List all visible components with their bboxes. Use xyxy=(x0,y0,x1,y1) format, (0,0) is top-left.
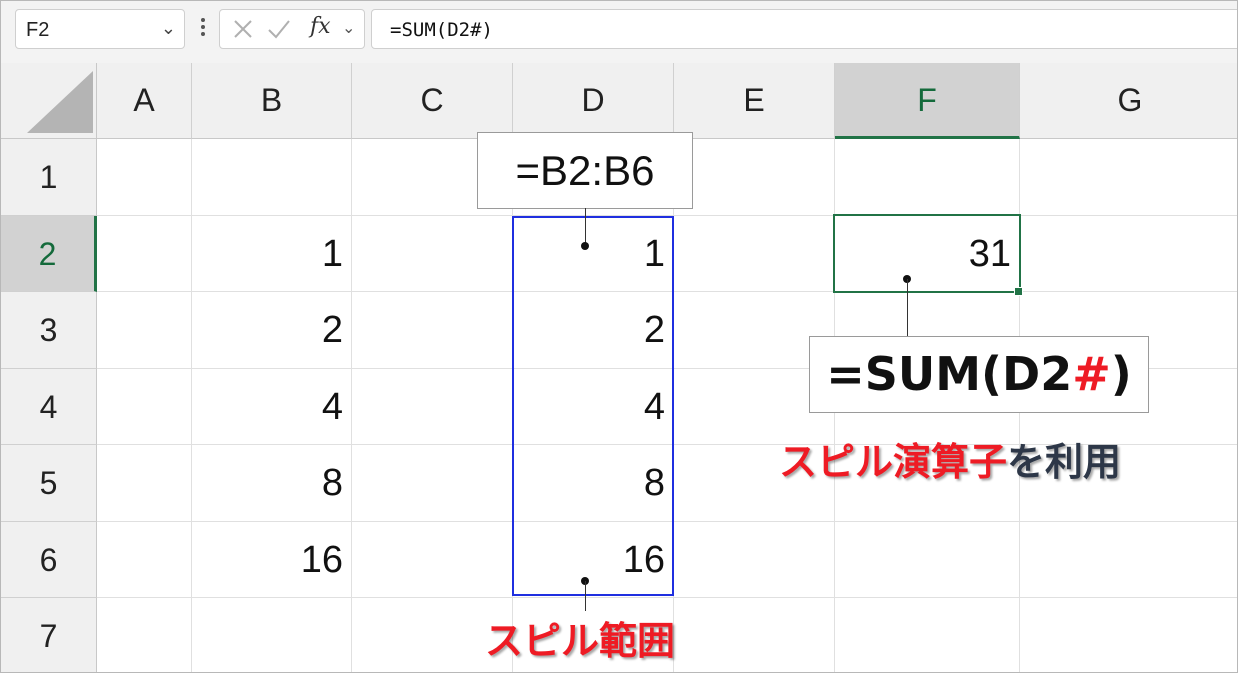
cell-a2[interactable] xyxy=(97,216,192,292)
cell-c4[interactable] xyxy=(352,369,513,445)
cell-a3[interactable] xyxy=(97,292,192,369)
column-header-a[interactable]: A xyxy=(97,63,192,139)
spill-formula-text: =B2:B6 xyxy=(515,147,655,194)
cell-a6[interactable] xyxy=(97,522,192,598)
spill-operator-label: スピル演算子を利用 xyxy=(779,431,1121,486)
more-options-icon[interactable] xyxy=(197,15,209,43)
cell-b1[interactable] xyxy=(192,139,352,216)
select-all-corner[interactable] xyxy=(1,63,97,139)
spill-operator-label-dark: を利用 xyxy=(1007,440,1122,484)
row-header-2[interactable]: 2 xyxy=(1,216,97,292)
connector-line xyxy=(585,581,586,611)
row-header-1[interactable]: 1 xyxy=(1,139,97,216)
cell-e6[interactable] xyxy=(674,522,835,598)
column-header-c[interactable]: C xyxy=(352,63,513,139)
formula-input[interactable]: =SUM(D2#) xyxy=(371,9,1237,49)
cell-g2[interactable] xyxy=(1020,216,1237,292)
spill-range-border xyxy=(512,216,674,596)
cell-b7[interactable] xyxy=(192,598,352,672)
cell-b6[interactable]: 16 xyxy=(192,522,352,598)
sum-formula-suffix: ) xyxy=(1110,347,1132,401)
spill-operator-hash: # xyxy=(1072,347,1111,401)
sum-formula-callout: =SUM(D2#) xyxy=(809,336,1149,413)
checkmark-icon[interactable] xyxy=(266,16,292,42)
cell-g6[interactable] xyxy=(1020,522,1237,598)
cell-a4[interactable] xyxy=(97,369,192,445)
cell-value: 8 xyxy=(321,462,343,504)
cell-e2[interactable] xyxy=(674,216,835,292)
sum-formula: =SUM(D2#) xyxy=(826,347,1132,401)
cell-b3[interactable]: 2 xyxy=(192,292,352,369)
cell-value: 16 xyxy=(300,539,343,581)
row-header-6[interactable]: 6 xyxy=(1,522,97,598)
cell-a5[interactable] xyxy=(97,445,192,522)
name-box[interactable]: F2 ⌄ xyxy=(15,9,185,49)
cell-value: 2 xyxy=(321,309,343,351)
cell-c6[interactable] xyxy=(352,522,513,598)
cancel-icon[interactable] xyxy=(230,16,256,42)
connector-line xyxy=(907,279,908,337)
column-header-e[interactable]: E xyxy=(674,63,835,139)
formula-bar: F2 ⌄ fx ⌄ =SUM(D2#) xyxy=(1,1,1237,64)
cell-c5[interactable] xyxy=(352,445,513,522)
fill-handle[interactable] xyxy=(1014,287,1023,296)
cell-value: 1 xyxy=(321,233,343,275)
spill-formula-callout: =B2:B6 xyxy=(477,132,693,209)
connector-line xyxy=(585,208,586,246)
column-header-d[interactable]: D xyxy=(513,63,674,139)
row-header-4[interactable]: 4 xyxy=(1,369,97,445)
spill-operator-label-red: スピル演算子 xyxy=(779,440,1008,484)
active-cell-border xyxy=(833,214,1021,293)
row-header-3[interactable]: 3 xyxy=(1,292,97,369)
spill-range-label: スピル範囲 xyxy=(485,619,676,663)
cell-g7[interactable] xyxy=(1020,598,1237,672)
chevron-down-icon[interactable]: ⌄ xyxy=(161,18,176,39)
cell-a1[interactable] xyxy=(97,139,192,216)
select-all-triangle-icon xyxy=(27,71,93,133)
row-header-5[interactable]: 5 xyxy=(1,445,97,522)
formula-buttons: fx ⌄ xyxy=(219,9,365,49)
cell-f1[interactable] xyxy=(835,139,1020,216)
excel-window: F2 ⌄ fx ⌄ =SUM(D2#) ABCDEFG 1234567 1 1 31… xyxy=(0,0,1238,673)
sum-formula-prefix: =SUM(D2 xyxy=(826,347,1073,401)
row-header-7[interactable]: 7 xyxy=(1,598,97,672)
column-header-g[interactable]: G xyxy=(1020,63,1237,139)
column-header-f[interactable]: F xyxy=(835,63,1020,139)
connector-dot xyxy=(581,242,589,250)
cell-f7[interactable] xyxy=(835,598,1020,672)
column-header-b[interactable]: B xyxy=(192,63,352,139)
cell-e1[interactable] xyxy=(674,139,835,216)
insert-function-icon[interactable]: fx xyxy=(310,14,331,39)
cell-b4[interactable]: 4 xyxy=(192,369,352,445)
cell-b2[interactable]: 1 xyxy=(192,216,352,292)
cell-c3[interactable] xyxy=(352,292,513,369)
cell-g1[interactable] xyxy=(1020,139,1237,216)
formula-text: =SUM(D2#) xyxy=(390,19,493,41)
cell-value: 4 xyxy=(321,386,343,428)
chevron-down-icon[interactable]: ⌄ xyxy=(342,18,355,38)
cell-e7[interactable] xyxy=(674,598,835,672)
cell-a7[interactable] xyxy=(97,598,192,672)
cell-f6[interactable] xyxy=(835,522,1020,598)
cell-c2[interactable] xyxy=(352,216,513,292)
name-box-value: F2 xyxy=(26,19,50,41)
cell-b5[interactable]: 8 xyxy=(192,445,352,522)
